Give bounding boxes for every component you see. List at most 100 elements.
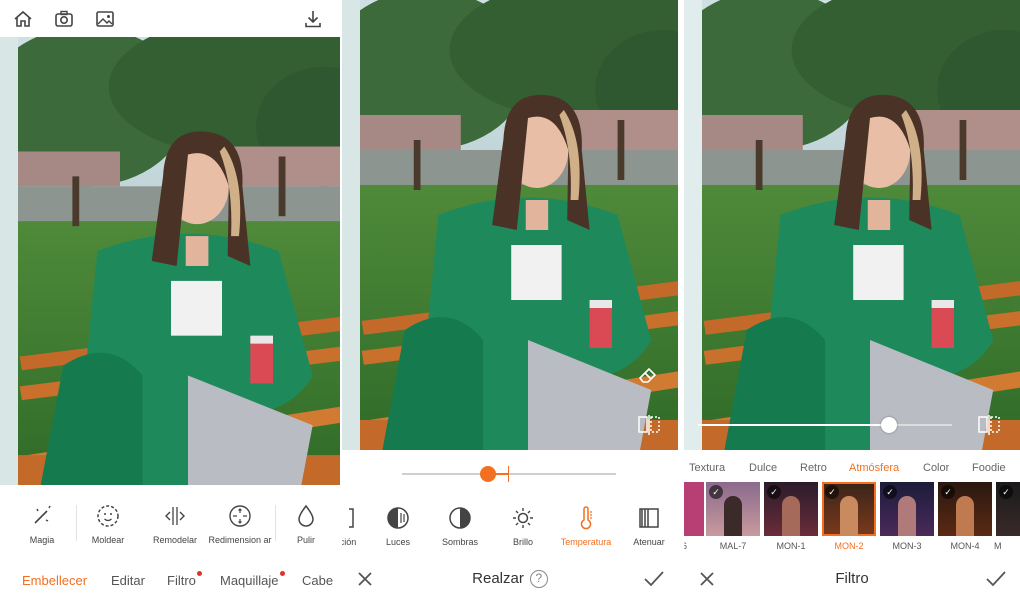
check-icon: ✓	[883, 485, 897, 499]
tool-label: Remodelar	[152, 535, 198, 545]
check-icon: ✓	[767, 485, 781, 499]
category-foodie[interactable]: Foodie	[972, 462, 1006, 474]
magic-wand-icon	[29, 503, 55, 529]
filter-thumb[interactable]: ✓	[822, 482, 876, 536]
filter-label: MON-1	[776, 541, 806, 551]
screen-title: Filtro	[835, 570, 869, 587]
bottom-tabs: Embellecer Editar Filtro Maquillaje Cabe	[0, 565, 340, 595]
check-icon[interactable]	[984, 568, 1008, 590]
tab-label: Filtro	[167, 573, 196, 588]
tool-label: Moldear	[91, 535, 125, 545]
bottom-bar: Realzar?	[342, 560, 678, 600]
filter-label: MON-4	[950, 541, 980, 551]
photo-preview	[0, 37, 340, 485]
filter-thumb[interactable]	[684, 482, 704, 536]
person-silhouette	[840, 496, 858, 536]
divider	[275, 505, 276, 541]
shadows-icon	[447, 505, 473, 531]
tab-label: Maquillaje	[220, 573, 279, 588]
eraser-icon[interactable]	[636, 363, 660, 387]
temperature-slider[interactable]	[402, 464, 616, 484]
compare-icon[interactable]	[976, 413, 1002, 437]
check-icon: ✓	[709, 485, 723, 499]
tab-maquillaje[interactable]: Maquillaje	[220, 571, 285, 588]
bottom-bar: Filtro	[684, 560, 1020, 600]
category-dulce[interactable]: Dulce	[749, 462, 777, 474]
home-icon[interactable]	[12, 8, 34, 30]
tool-brillo[interactable]: Brillo	[497, 505, 549, 547]
filter-label: MON-2	[834, 541, 864, 551]
filter-label: MON-3	[892, 541, 922, 551]
brightness-icon	[510, 505, 536, 531]
tab-filtro[interactable]: Filtro	[167, 571, 202, 588]
tool-temperatura[interactable]: Temperatura	[554, 505, 618, 547]
help-icon[interactable]: ?	[529, 570, 548, 588]
top-toolbar	[0, 0, 340, 38]
tool-moldear[interactable]: Moldear	[80, 503, 136, 545]
filtro-screen: Textura Dulce Retro Atmósfera Color Food…	[684, 0, 1020, 607]
tool-saturacion[interactable]: ción	[342, 505, 368, 547]
person-silhouette	[956, 496, 974, 536]
tab-cabello[interactable]: Cabe	[302, 573, 333, 588]
face-icon	[95, 503, 121, 529]
compare-icon[interactable]	[636, 413, 662, 437]
slider-fill	[698, 424, 889, 426]
photo-preview	[684, 0, 1020, 450]
category-color[interactable]: Color	[923, 462, 949, 474]
tab-embellecer[interactable]: Embellecer	[22, 573, 87, 588]
check-icon: ✓	[941, 485, 955, 499]
tool-label: Luces	[385, 537, 411, 547]
tool-label: Temperatura	[560, 537, 612, 547]
tool-redimensionar[interactable]: Redimension ar	[208, 503, 272, 545]
notification-dot	[196, 571, 202, 576]
tool-pulir[interactable]: Pulir	[280, 503, 332, 545]
filter-label: MAL-7	[719, 541, 747, 551]
crop-icon	[342, 505, 361, 531]
slider-knob[interactable]	[479, 466, 496, 482]
tool-remodelar[interactable]: Remodelar	[145, 503, 205, 545]
check-icon: ✓	[825, 485, 839, 499]
tool-magia[interactable]: Magia	[14, 503, 70, 545]
tool-label: Redimension ar	[208, 535, 272, 545]
download-icon[interactable]	[302, 8, 324, 30]
check-icon[interactable]	[642, 568, 666, 590]
reshape-icon	[162, 503, 188, 529]
tool-luces[interactable]: Luces	[372, 505, 424, 547]
realzar-screen: ción Luces Sombras Brillo Temperatura At…	[342, 0, 678, 607]
tool-label: Brillo	[512, 537, 533, 547]
tool-label: Atenuar	[633, 537, 665, 547]
resize-icon	[227, 503, 253, 529]
tab-editar[interactable]: Editar	[111, 573, 145, 588]
filter-thumb[interactable]: ✓	[764, 482, 818, 536]
slider-center-mark	[508, 466, 509, 482]
thermometer-icon	[573, 505, 599, 531]
fade-icon	[636, 505, 662, 531]
embellecer-screen: Magia Moldear Remodelar Redimension ar P…	[0, 0, 340, 607]
screen-title: Realzar?	[342, 570, 678, 588]
tool-label: Magia	[29, 535, 55, 545]
slider-track	[402, 473, 616, 475]
drop-icon	[293, 503, 319, 529]
filter-thumb[interactable]: ✓	[706, 482, 760, 536]
filter-thumb[interactable]: ✓	[880, 482, 934, 536]
person-silhouette	[898, 496, 916, 536]
tool-sombras[interactable]: Sombras	[432, 505, 488, 547]
category-retro[interactable]: Retro	[800, 462, 827, 474]
category-atmosfera[interactable]: Atmósfera	[849, 462, 899, 474]
photo-preview	[342, 0, 678, 450]
tool-label: Pulir	[296, 535, 315, 545]
category-textura[interactable]: Textura	[689, 462, 725, 474]
gallery-icon[interactable]	[94, 8, 116, 30]
highlights-icon	[385, 505, 411, 531]
tool-label: ción	[342, 537, 357, 547]
tool-label: Sombras	[441, 537, 478, 547]
camera-icon[interactable]	[53, 8, 75, 30]
person-silhouette	[724, 496, 742, 536]
person-silhouette	[782, 496, 800, 536]
intensity-slider[interactable]	[698, 415, 952, 435]
slider-knob[interactable]	[880, 417, 897, 433]
filter-thumb[interactable]: ✓	[996, 482, 1020, 536]
filter-thumb[interactable]: ✓	[938, 482, 992, 536]
check-icon: ✓	[999, 485, 1013, 499]
tool-atenuar[interactable]: Atenuar	[624, 505, 674, 547]
